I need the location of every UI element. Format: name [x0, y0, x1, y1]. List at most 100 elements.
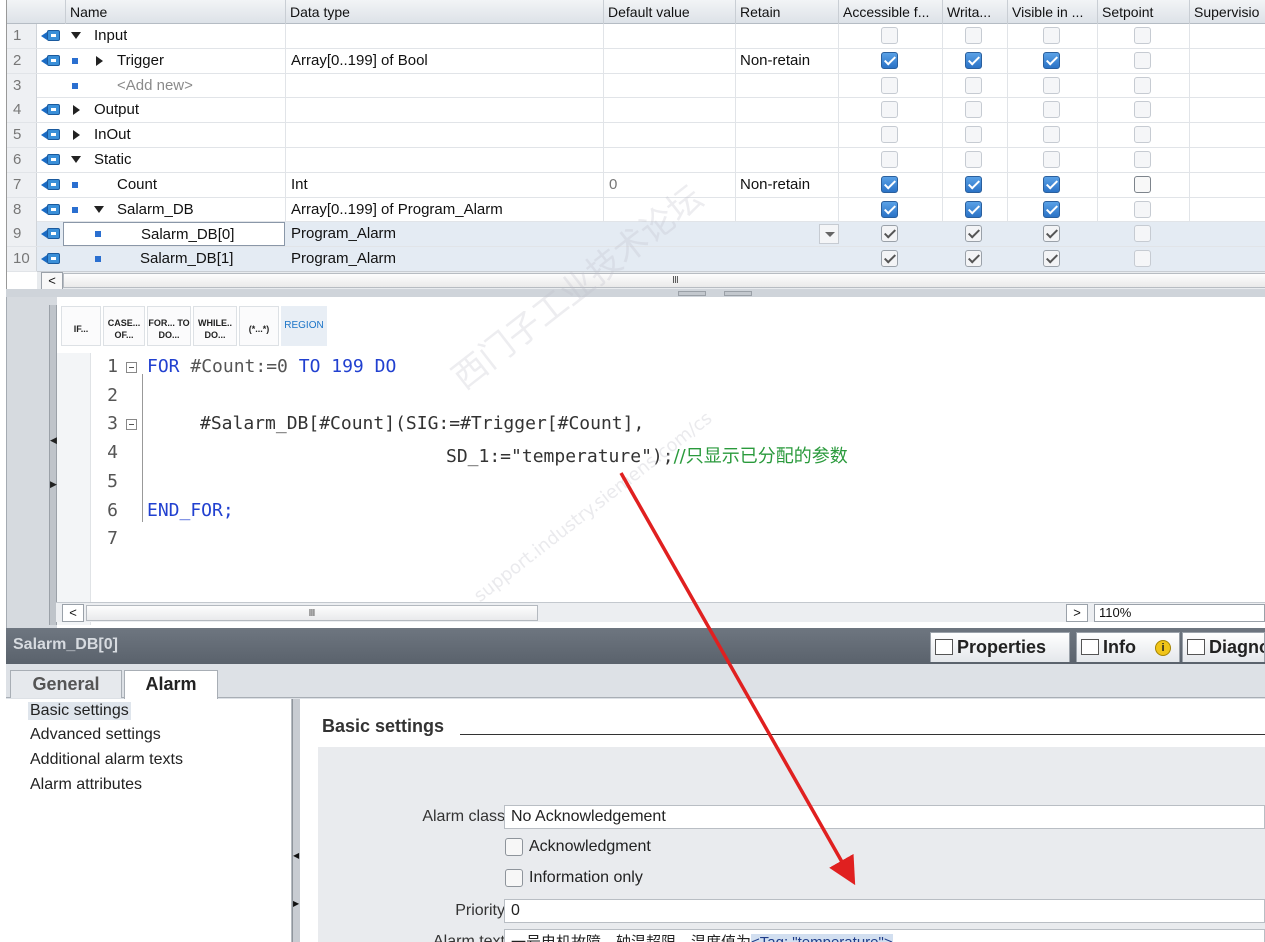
accessible-checkbox[interactable]: [881, 225, 898, 243]
editor-horizontal-scrollbar[interactable]: < Ⅲ > 110%: [56, 602, 1265, 622]
table-horizontal-scrollbar[interactable]: < Ⅲ: [37, 271, 1265, 290]
priority-field[interactable]: 0: [504, 899, 1265, 923]
nav-advanced-settings[interactable]: Advanced settings: [30, 726, 161, 744]
row-data-type[interactable]: Int: [291, 173, 308, 197]
visible-checkbox[interactable]: [1043, 27, 1060, 44]
tab-diagnostics[interactable]: Diagno: [1182, 632, 1265, 662]
col-setpoint[interactable]: Setpoint: [1097, 0, 1189, 24]
nav-basic-settings[interactable]: Basic settings: [28, 702, 131, 720]
row-name[interactable]: Count: [117, 173, 157, 197]
table-row[interactable]: 10 Salarm_DB[1] Program_Alarm: [7, 247, 1265, 272]
col-name[interactable]: Name: [65, 0, 285, 24]
scroll-thumb[interactable]: Ⅲ: [63, 273, 1265, 288]
table-row[interactable]: 8 Salarm_DB Array[0..199] of Program_Ala…: [7, 197, 1265, 223]
code-line-4[interactable]: SD_1:="temperature");//只显示已分配的参数: [446, 442, 848, 468]
visible-checkbox[interactable]: [1043, 76, 1060, 94]
writable-checkbox[interactable]: [965, 200, 982, 218]
setpoint-checkbox[interactable]: [1134, 175, 1151, 193]
fold-toggle-icon[interactable]: [126, 419, 137, 430]
setpoint-checkbox[interactable]: [1134, 250, 1151, 268]
region-button[interactable]: REGION: [281, 306, 327, 346]
side-right-arrow-icon[interactable]: ▶: [50, 479, 57, 489]
fold-toggle-icon[interactable]: [126, 362, 137, 373]
collapse-right-icon[interactable]: ▶: [293, 899, 299, 908]
nav-additional-alarm-texts[interactable]: Additional alarm texts: [30, 751, 183, 769]
accessible-checkbox[interactable]: [881, 151, 898, 168]
zoom-field[interactable]: 110%: [1094, 604, 1265, 622]
writable-checkbox[interactable]: [965, 225, 982, 243]
row-name[interactable]: Static: [94, 148, 132, 172]
code-line-3[interactable]: #Salarm_DB[#Count](SIG:=#Trigger[#Count]…: [200, 413, 644, 434]
writable-checkbox[interactable]: [965, 76, 982, 94]
expand-arrow-icon[interactable]: [73, 130, 80, 141]
splitter-down-grip[interactable]: [724, 291, 752, 296]
visible-checkbox[interactable]: [1043, 101, 1060, 119]
scroll-right-button[interactable]: >: [1066, 604, 1088, 622]
visible-checkbox[interactable]: [1043, 126, 1060, 144]
table-row[interactable]: 1 Input: [7, 24, 1265, 49]
setpoint-checkbox[interactable]: [1134, 27, 1151, 44]
scroll-thumb[interactable]: Ⅲ: [86, 605, 538, 621]
while-button[interactable]: WHILE.. DO...: [193, 306, 237, 346]
accessible-checkbox[interactable]: [881, 101, 898, 119]
row-name[interactable]: Trigger: [117, 49, 164, 73]
col-supervision[interactable]: Supervisio: [1189, 0, 1265, 24]
writable-checkbox[interactable]: [965, 151, 982, 168]
table-row-selected[interactable]: 9 Salarm_DB[0] Program_Alarm: [7, 222, 1265, 248]
dropdown-button[interactable]: [819, 224, 839, 245]
table-row[interactable]: 6 Static: [7, 148, 1265, 173]
comment-button[interactable]: (*...*): [239, 306, 279, 346]
setpoint-checkbox[interactable]: [1134, 51, 1151, 69]
col-visible[interactable]: Visible in ...: [1007, 0, 1097, 24]
writable-checkbox[interactable]: [965, 101, 982, 119]
accessible-checkbox[interactable]: [881, 200, 898, 218]
for-button[interactable]: FOR... TO DO...: [147, 306, 191, 346]
accessible-checkbox[interactable]: [881, 76, 898, 94]
tab-properties[interactable]: Properties: [930, 632, 1070, 662]
collapse-left-icon[interactable]: ◀: [293, 851, 299, 860]
if-button[interactable]: IF...: [61, 306, 101, 346]
collapse-arrow-icon[interactable]: [71, 156, 81, 163]
row-retain[interactable]: Non-retain: [740, 49, 810, 73]
row-data-type[interactable]: Array[0..199] of Program_Alarm: [291, 198, 503, 222]
writable-checkbox[interactable]: [965, 126, 982, 144]
setpoint-checkbox[interactable]: [1134, 76, 1151, 94]
visible-checkbox[interactable]: [1043, 51, 1060, 69]
writable-checkbox[interactable]: [965, 27, 982, 44]
alarm-text-tag[interactable]: <Tag: "temperature">: [751, 934, 893, 942]
row-name[interactable]: Salarm_DB[1]: [140, 247, 233, 271]
acknowledgment-checkbox[interactable]: [505, 838, 523, 856]
visible-checkbox[interactable]: [1043, 175, 1060, 193]
col-accessible[interactable]: Accessible f...: [838, 0, 942, 24]
setpoint-checkbox[interactable]: [1134, 101, 1151, 119]
accessible-checkbox[interactable]: [881, 27, 898, 44]
alarm-text-field[interactable]: 一号电机故障，轴温超限，温度值为<Tag: "temperature">: [504, 929, 1265, 942]
row-name[interactable]: Salarm_DB: [117, 198, 194, 222]
nav-alarm-attributes[interactable]: Alarm attributes: [30, 776, 142, 794]
row-data-type[interactable]: Array[0..199] of Bool: [291, 49, 428, 73]
information-only-checkbox[interactable]: [505, 869, 523, 887]
col-data-type[interactable]: Data type: [285, 0, 603, 24]
tab-alarm[interactable]: Alarm: [124, 670, 218, 699]
row-data-type[interactable]: Program_Alarm: [291, 222, 396, 246]
row-name[interactable]: Output: [94, 98, 139, 122]
scroll-left-button[interactable]: <: [41, 272, 63, 290]
case-button[interactable]: CASE... OF...: [103, 306, 145, 346]
accessible-checkbox[interactable]: [881, 175, 898, 193]
table-row[interactable]: 5 InOut: [7, 123, 1265, 148]
visible-checkbox[interactable]: [1043, 225, 1060, 243]
setpoint-checkbox[interactable]: [1134, 225, 1151, 243]
scroll-left-button[interactable]: <: [62, 604, 84, 622]
table-row[interactable]: 3 <Add new>: [7, 73, 1265, 99]
expand-arrow-icon[interactable]: [73, 105, 80, 116]
table-row[interactable]: 4 Output: [7, 98, 1265, 124]
table-row[interactable]: 7 Count Int 0 Non-retain: [7, 172, 1265, 198]
setpoint-checkbox[interactable]: [1134, 200, 1151, 218]
row-default-value[interactable]: 0: [609, 173, 617, 197]
table-row[interactable]: 2 Trigger Array[0..199] of Bool Non-reta…: [7, 48, 1265, 74]
code-line-1[interactable]: FOR #Count:=0 TO 199 DO: [147, 356, 396, 377]
visible-checkbox[interactable]: [1043, 151, 1060, 168]
col-default-value[interactable]: Default value: [603, 0, 735, 24]
row-retain[interactable]: Non-retain: [740, 173, 810, 197]
row-data-type[interactable]: Program_Alarm: [291, 247, 396, 271]
